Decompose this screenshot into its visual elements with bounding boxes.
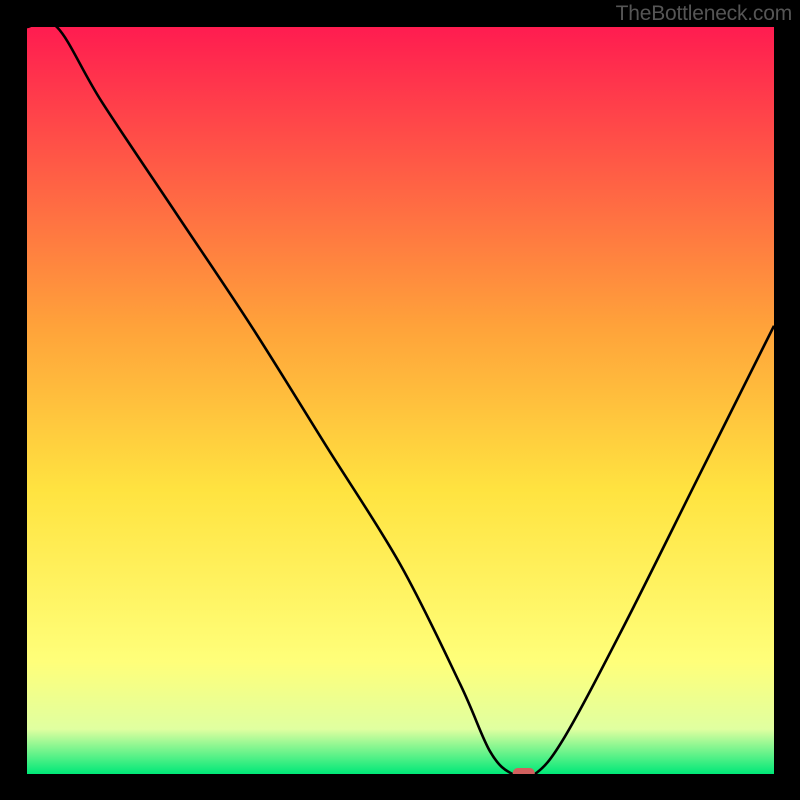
chart-frame: TheBottleneck.com [0,0,800,800]
optimal-marker [513,768,535,774]
watermark-text: TheBottleneck.com [616,2,792,26]
bottleneck-chart [27,27,774,774]
gradient-background [27,27,774,774]
